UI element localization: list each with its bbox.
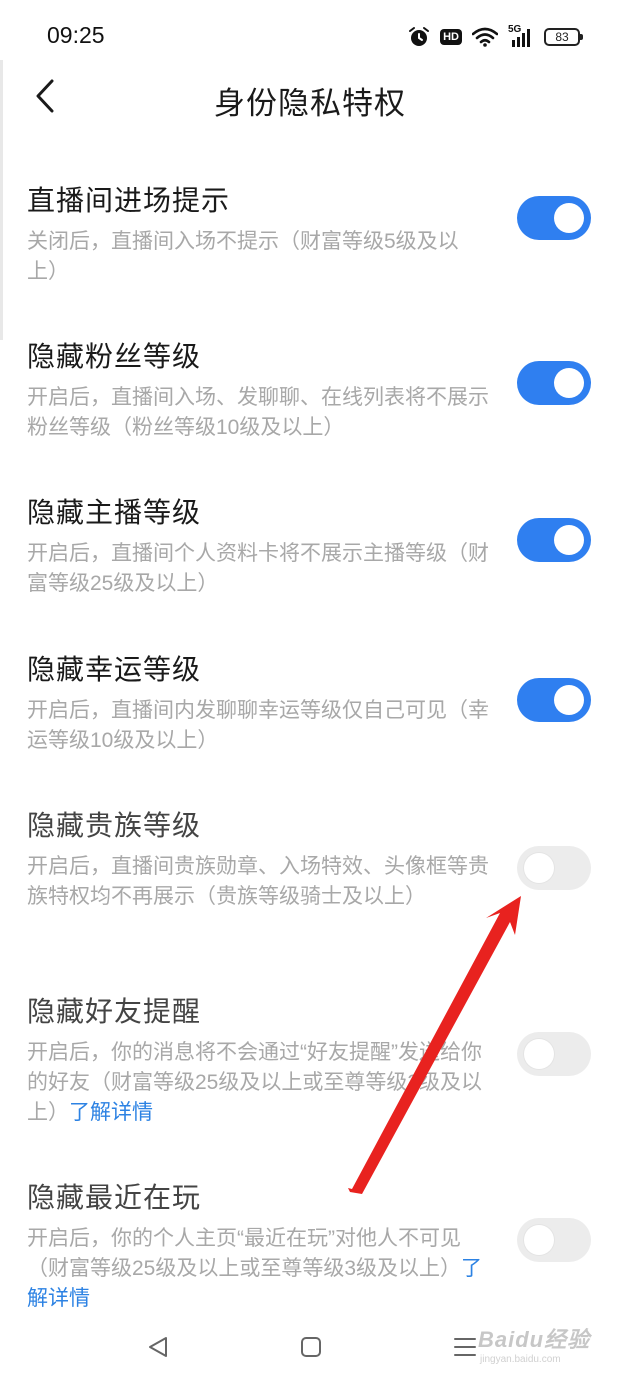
setting-description: 开启后，直播间入场、发聊聊、在线列表将不展示粉丝等级（粉丝等级10级及以上） xyxy=(27,386,489,439)
setting-entry-hide-fan-level: 隐藏粉丝等级 开启后，直播间入场、发聊聊、在线列表将不展示粉丝等级（粉丝等级10… xyxy=(0,335,620,465)
toggle-switch-hide-noble-level[interactable] xyxy=(517,846,591,890)
wifi-icon xyxy=(472,27,498,47)
setting-title: 隐藏主播等级 xyxy=(27,497,202,528)
hd-icon: HD xyxy=(440,29,462,45)
setting-description: 开启后，你的消息将不会通过“好友提醒”发送给你的好友（财富等级25级及以上或至尊… xyxy=(27,1038,489,1128)
baidu-watermark: Baidu经验 jingyan.baidu.com xyxy=(478,1322,608,1372)
setting-title: 直播间进场提示 xyxy=(27,185,231,216)
status-bar: 09:25 HD 5G 83 xyxy=(0,0,620,72)
alarm-icon xyxy=(408,26,430,48)
back-triangle-icon xyxy=(149,1337,167,1357)
battery-icon: 83 xyxy=(544,28,583,46)
status-time: 09:25 xyxy=(47,22,105,48)
toggle-knob xyxy=(554,685,584,715)
toggle-knob xyxy=(524,853,554,883)
setting-title: 隐藏好友提醒 xyxy=(27,996,202,1027)
learn-more-link[interactable]: 了解详情 xyxy=(69,1101,153,1124)
toggle-switch-hide-anchor-level[interactable] xyxy=(517,518,591,562)
toggle-switch-enter-notice[interactable] xyxy=(517,196,591,240)
status-icons: HD 5G 83 xyxy=(408,24,583,50)
setting-description: 开启后，你的个人主页“最近在玩”对他人不可见（财富等级25级及以上或至尊等级3级… xyxy=(27,1224,489,1314)
screen: 09:25 HD 5G 83 身份隐私特权 直播间进场提示 关闭后，直播间入场不… xyxy=(0,0,620,1386)
toggle-knob xyxy=(524,1225,554,1255)
nav-back-button[interactable] xyxy=(143,1332,173,1362)
setting-entry-hide-friend-reminder: 隐藏好友提醒 开启后，你的消息将不会通过“好友提醒”发送给你的好友（财富等级25… xyxy=(0,990,620,1140)
setting-entry-hide-noble-level: 隐藏贵族等级 开启后，直播间贵族勋章、入场特效、头像框等贵族特权均不再展示（贵族… xyxy=(0,804,620,954)
setting-entry-hide-anchor-level: 隐藏主播等级 开启后，直播间个人资料卡将不展示主播等级（财富等级25级及以上） xyxy=(0,491,620,621)
nav-menu-button[interactable] xyxy=(450,1332,480,1362)
setting-entry-hide-recent-play: 隐藏最近在玩 开启后，你的个人主页“最近在玩”对他人不可见（财富等级25级及以上… xyxy=(0,1176,620,1310)
toggle-knob xyxy=(554,525,584,555)
toggle-switch-hide-fan-level[interactable] xyxy=(517,361,591,405)
setting-title: 隐藏贵族等级 xyxy=(27,810,202,841)
setting-description: 开启后，直播间个人资料卡将不展示主播等级（财富等级25级及以上） xyxy=(27,542,489,595)
setting-entry-hide-luck-level: 隐藏幸运等级 开启后，直播间内发聊聊幸运等级仅自己可见（幸运等级10级及以上） xyxy=(0,648,620,778)
battery-level: 83 xyxy=(555,30,569,44)
toggle-switch-hide-recent-play[interactable] xyxy=(517,1218,591,1262)
signal-5g-icon: 5G xyxy=(508,24,534,48)
toggle-knob xyxy=(524,1039,554,1069)
nav-bar: 身份隐私特权 xyxy=(0,72,620,122)
page-title: 身份隐私特权 xyxy=(214,86,406,121)
setting-title: 隐藏最近在玩 xyxy=(27,1182,202,1213)
nav-home-button[interactable] xyxy=(296,1332,326,1362)
toggle-knob xyxy=(554,203,584,233)
toggle-switch-hide-friend-reminder[interactable] xyxy=(517,1032,591,1076)
menu-lines-icon xyxy=(454,1338,476,1356)
toggle-switch-hide-luck-level[interactable] xyxy=(517,678,591,722)
setting-description-text: 开启后，你的个人主页“最近在玩”对他人不可见（财富等级25级及以上或至尊等级3级… xyxy=(27,1227,462,1280)
setting-description: 开启后，直播间内发聊聊幸运等级仅自己可见（幸运等级10级及以上） xyxy=(27,699,489,752)
setting-title: 隐藏幸运等级 xyxy=(27,654,202,685)
setting-description: 开启后，直播间贵族勋章、入场特效、头像框等贵族特权均不再展示（贵族等级骑士及以上… xyxy=(27,855,489,908)
watermark-subtext: jingyan.baidu.com xyxy=(480,1354,561,1365)
watermark-text: Baidu经验 xyxy=(478,1327,591,1352)
setting-description: 关闭后，直播间入场不提示（财富等级5级及以上） xyxy=(27,230,459,283)
home-square-icon xyxy=(301,1337,321,1357)
toggle-knob xyxy=(554,368,584,398)
setting-entry-enter-notice: 直播间进场提示 关闭后，直播间入场不提示（财富等级5级及以上） xyxy=(0,179,620,309)
setting-title: 隐藏粉丝等级 xyxy=(27,341,202,372)
